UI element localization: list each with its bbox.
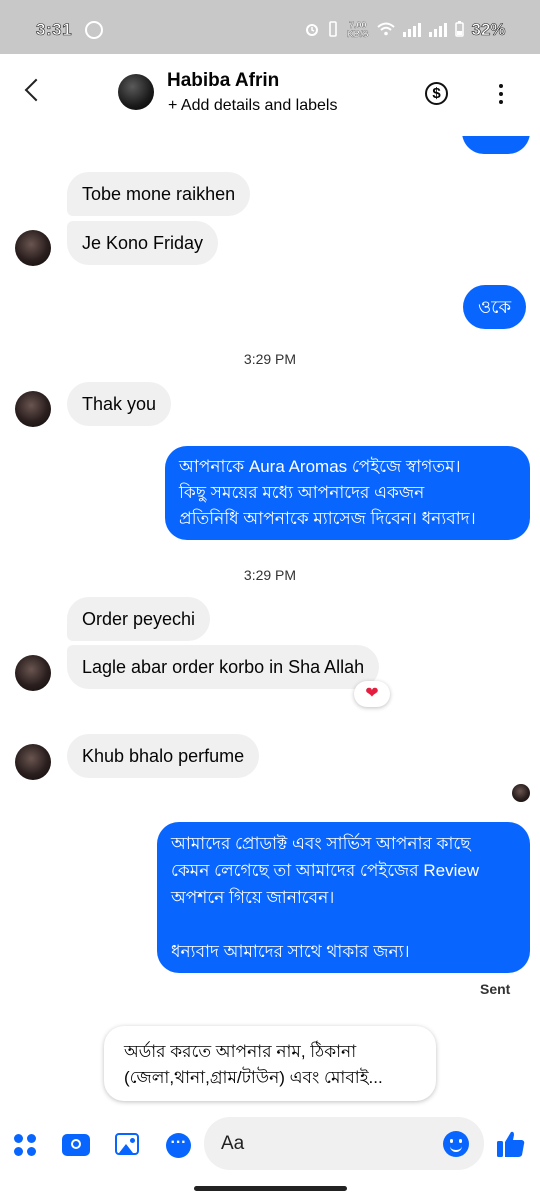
message-outgoing[interactable]: ওকে	[463, 285, 527, 329]
timestamp: 3:29 PM	[243, 567, 297, 583]
message-incoming[interactable]: Je Kono Friday	[67, 221, 219, 265]
dollar-icon[interactable]: $	[425, 82, 448, 105]
avatar[interactable]	[118, 74, 154, 110]
heart-reaction[interactable]: ❤	[354, 681, 390, 707]
message-line: কেমন লেগেছে তা আমাদের পেইজের Review	[171, 861, 480, 880]
avatar[interactable]	[15, 655, 51, 691]
emoji-icon[interactable]	[443, 1131, 469, 1157]
network-speed: 7.00 KB/S	[347, 20, 369, 39]
seen-avatar	[512, 784, 530, 802]
battery-level: 32%	[471, 20, 506, 40]
battery-icon	[454, 20, 464, 40]
chat-header	[0, 54, 540, 136]
message-line: আপনাকে Aura Aromas পেইজে স্বাগতম।	[179, 457, 461, 476]
chat-icon[interactable]: ···	[166, 1133, 191, 1158]
message-incoming[interactable]: Thak you	[67, 382, 172, 426]
signal-icon-2	[428, 23, 447, 37]
wifi-icon	[376, 22, 395, 39]
suggested-reply-line: অর্ডার করতে আপনার নাম, ঠিকানা	[124, 1042, 357, 1061]
avatar[interactable]	[15, 744, 51, 780]
message-incoming[interactable]: Lagle abar order korbo in Sha Allah	[67, 645, 380, 689]
home-indicator[interactable]	[194, 1186, 347, 1191]
message-incoming[interactable]: Tobe mone raikhen	[67, 172, 251, 216]
alarm-icon	[305, 22, 319, 39]
message-outgoing[interactable]: আপনাকে Aura Aromas পেইজে স্বাগতম। কিছু স…	[165, 446, 530, 540]
message-input-placeholder: Aa	[221, 1133, 245, 1154]
message-line: ধন্যবাদ আমাদের সাথে থাকার জন্য।	[171, 942, 410, 961]
avatar[interactable]	[15, 230, 51, 266]
status-time: 3:31	[36, 20, 73, 40]
message-line: কিছু সময়ের মধ্যে আপনাদের একজন	[179, 483, 425, 502]
timestamp: 3:29 PM	[243, 351, 297, 367]
avatar[interactable]	[15, 391, 51, 427]
message-line: আমাদের প্রোডাক্ট এবং সার্ভিস আপনার কাছে	[171, 834, 471, 853]
message-line: অপশনে গিয়ে জানাবেন।	[171, 888, 335, 907]
vibrate-icon	[327, 20, 339, 40]
whatsapp-icon	[85, 21, 103, 39]
camera-icon[interactable]	[62, 1134, 90, 1156]
contact-name[interactable]: Habiba Afrin	[167, 70, 279, 92]
add-details-link[interactable]: + Add details and labels	[168, 97, 337, 115]
suggested-reply[interactable]: অর্ডার করতে আপনার নাম, ঠিকানা (জেলা,থানা…	[104, 1026, 436, 1101]
message-incoming[interactable]: Order peyechi	[67, 597, 211, 641]
menu-icon[interactable]	[14, 1134, 38, 1158]
suggested-reply-line: (জেলা,থানা,গ্রাম/টাউন) এবং মোবাই...	[124, 1068, 383, 1087]
like-icon[interactable]	[496, 1129, 526, 1159]
sent-status: Sent	[480, 981, 511, 997]
network-speed-unit: KB/S	[347, 29, 369, 39]
signal-icon	[402, 23, 421, 37]
message-input[interactable]	[204, 1117, 484, 1170]
message-line: প্রতিনিধি আপনাকে ম্যাসেজ দিবেন। ধন্যবাদ।	[179, 509, 476, 528]
message-outgoing[interactable]: আমাদের প্রোডাক্ট এবং সার্ভিস আপনার কাছে …	[157, 822, 530, 973]
gallery-icon[interactable]	[115, 1133, 139, 1155]
status-icons: 7.00 KB/S 32%	[305, 20, 506, 40]
more-icon[interactable]	[499, 84, 503, 108]
message-incoming[interactable]: Khub bhalo perfume	[67, 734, 260, 778]
